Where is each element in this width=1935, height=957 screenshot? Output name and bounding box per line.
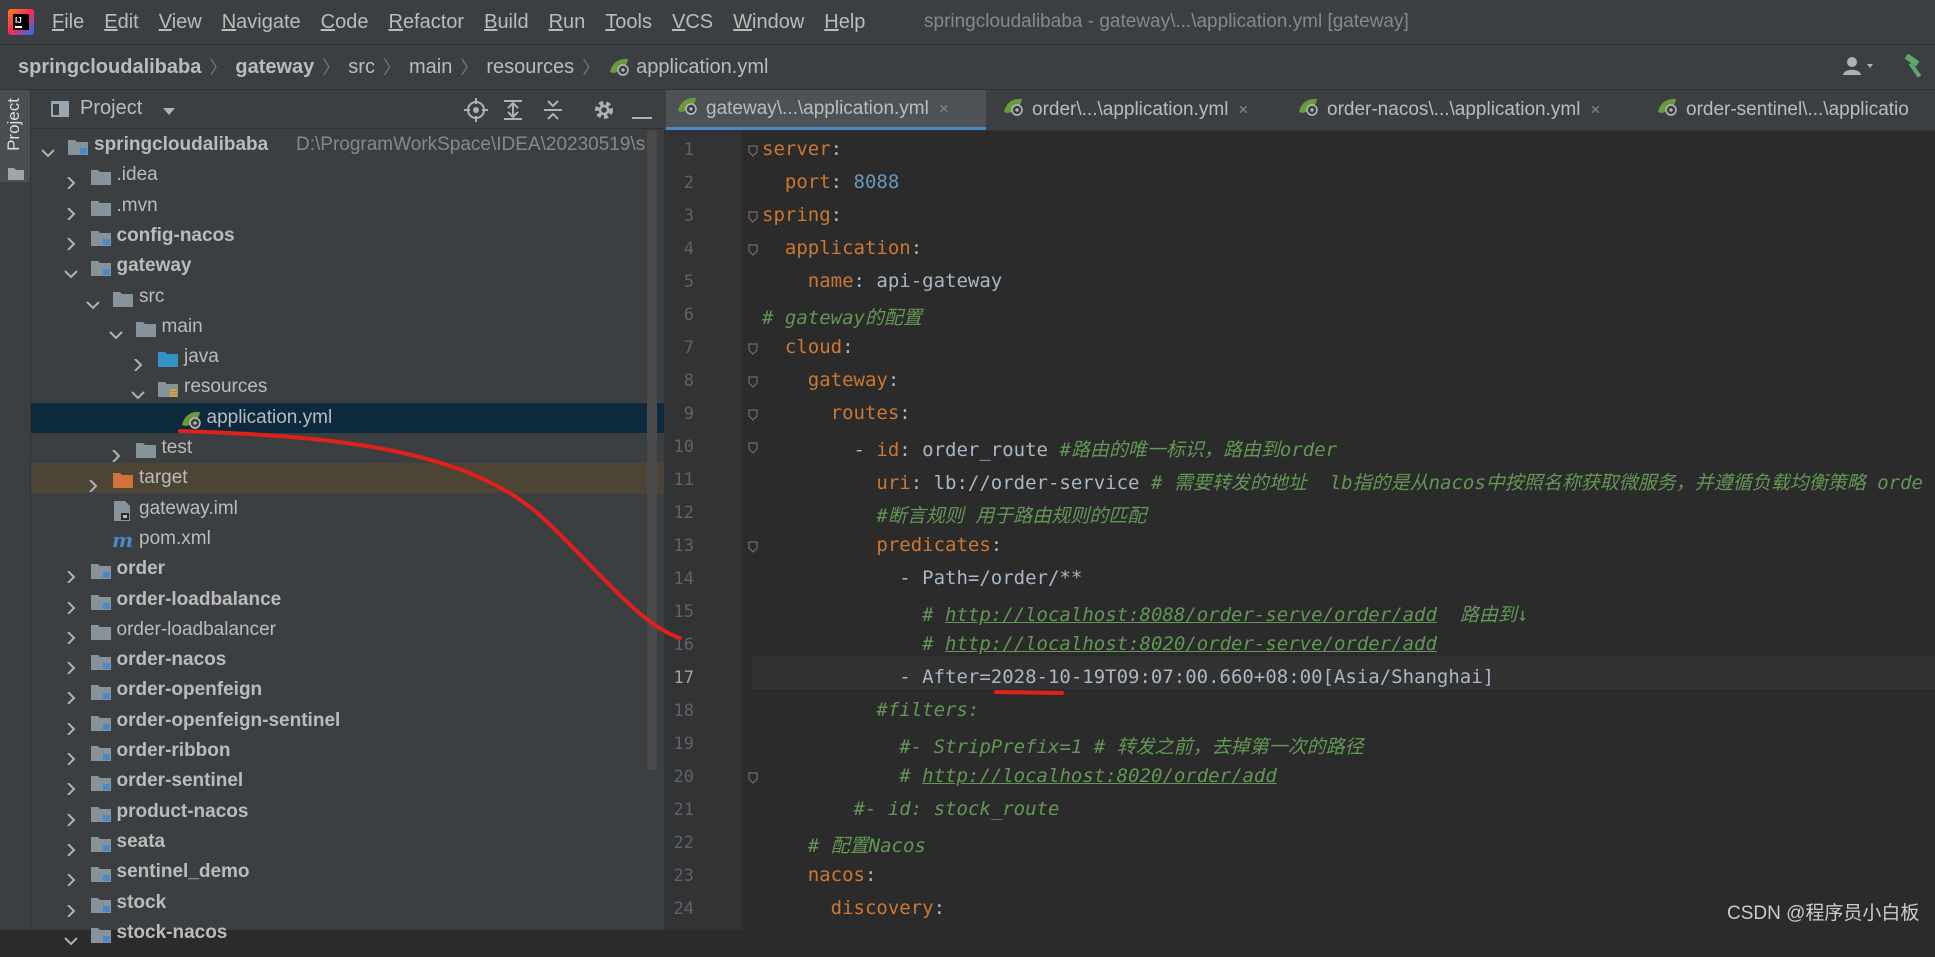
- annotation-underline: [994, 690, 1064, 695]
- annotation-overlay: [178, 429, 1064, 695]
- chevron-down-icon[interactable]: [63, 927, 78, 957]
- csdn-watermark: CSDN @程序员小白板: [1727, 903, 1920, 924]
- annotation-curve: [178, 429, 682, 640]
